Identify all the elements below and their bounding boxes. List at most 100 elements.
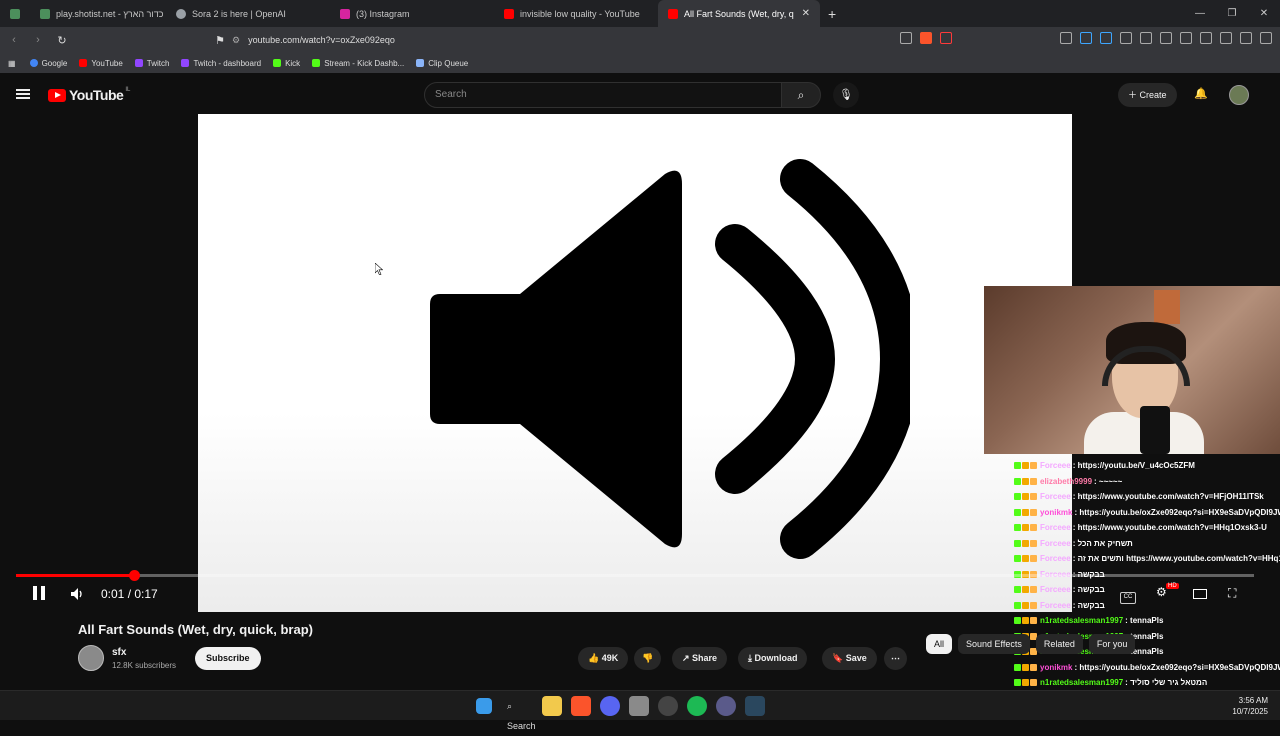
search-input[interactable]: Search xyxy=(424,82,782,108)
bookmark-kick-dashboard[interactable]: Stream - Kick Dashb... xyxy=(312,59,404,68)
pause-button[interactable] xyxy=(32,585,46,604)
voice-search-button[interactable]: 🎙 xyxy=(833,82,859,108)
like-button[interactable]: 👍 49K xyxy=(578,647,629,670)
microphone-icon: 🎙 xyxy=(839,89,853,101)
video-player[interactable] xyxy=(198,114,1072,612)
clip-queue-icon xyxy=(416,59,425,67)
progress-bar[interactable] xyxy=(16,570,1254,581)
save-button[interactable]: 🔖 Save xyxy=(822,647,877,670)
chat-text: : בבקשה xyxy=(1072,600,1105,610)
tab-menu[interactable] xyxy=(0,0,30,27)
settings-button[interactable]: ⚙ HD xyxy=(1156,583,1179,599)
tab-fart-sounds[interactable]: All Fart Sounds (Wet, dry, qui ✕ xyxy=(658,0,820,27)
menu-icon[interactable] xyxy=(1260,32,1272,44)
cast-icon[interactable] xyxy=(900,32,912,44)
channel-name[interactable]: sfx xyxy=(112,647,126,658)
bookmark-label: Kick xyxy=(285,58,301,68)
captions-button[interactable]: CC xyxy=(1120,587,1136,604)
tab-instagram[interactable]: (3) Instagram xyxy=(330,0,494,27)
tab-openai[interactable]: Sora 2 is here | OpenAI xyxy=(166,0,330,27)
new-tab-button[interactable]: + xyxy=(820,6,844,22)
bookmark-youtube[interactable]: YouTube xyxy=(79,59,123,68)
download-button[interactable]: ⤓ Download xyxy=(738,647,808,670)
youtube-logo[interactable]: YouTube IL xyxy=(48,87,130,103)
app-icon[interactable] xyxy=(716,696,736,716)
channel-avatar[interactable] xyxy=(78,645,104,671)
extension-icon[interactable] xyxy=(1140,32,1152,44)
media-icon[interactable] xyxy=(1160,32,1172,44)
badge-icon xyxy=(1014,601,1021,609)
badge-icon xyxy=(1014,493,1021,501)
tab-shotist[interactable]: play.shotist.net - כדור הארץ xyxy=(30,0,166,27)
chat-message: Forceee: https://www.youtube.com/watch?v… xyxy=(1014,520,1280,536)
wall-poster xyxy=(1154,290,1180,324)
bookmark-label: Clip Queue xyxy=(428,58,469,68)
scrubber-handle[interactable] xyxy=(129,570,141,581)
taskbar-search[interactable]: ⌕ Search xyxy=(501,696,536,731)
windows-start-icon[interactable] xyxy=(476,698,492,714)
close-tab-icon[interactable]: ✕ xyxy=(802,8,810,19)
spotify-icon[interactable] xyxy=(687,696,707,716)
chat-badges xyxy=(1014,477,1037,485)
sidebar-icon[interactable] xyxy=(1180,32,1192,44)
bookmark-icon[interactable]: ⚑ xyxy=(210,34,230,47)
minimize-icon[interactable]: — xyxy=(1184,0,1216,27)
chip-sound-effects[interactable]: Sound Effects xyxy=(958,634,1030,654)
forward-icon[interactable]: › xyxy=(28,34,48,46)
bookmark-label: Twitch xyxy=(146,58,170,68)
mute-button[interactable] xyxy=(70,587,84,604)
guide-menu-icon[interactable] xyxy=(16,89,30,99)
subscribe-button[interactable]: Subscribe xyxy=(195,647,261,670)
extensions-puzzle-icon[interactable] xyxy=(1120,32,1132,44)
file-explorer-icon[interactable] xyxy=(542,696,562,716)
chip-for-you[interactable]: For you xyxy=(1088,634,1136,654)
chip-all[interactable]: All xyxy=(926,634,953,654)
close-window-icon[interactable]: ✕ xyxy=(1248,0,1280,27)
address-field[interactable]: ⚙ youtube.com/watch?v=oxZxe092eqo xyxy=(232,30,952,50)
system-clock[interactable]: 3:56 AM 10/7/2025 xyxy=(1232,695,1268,717)
obs-icon[interactable] xyxy=(658,696,678,716)
more-actions-button[interactable]: ⋯ xyxy=(884,647,907,670)
bookmark-twitch-dashboard[interactable]: Twitch - dashboard xyxy=(181,59,261,68)
bookmark-google[interactable]: Google xyxy=(29,59,67,68)
extension-icon[interactable] xyxy=(1060,32,1072,44)
theater-icon xyxy=(1193,589,1207,599)
back-icon[interactable]: ‹ xyxy=(4,34,24,46)
account-avatar[interactable] xyxy=(1229,85,1249,105)
search-button[interactable]: ⌕ xyxy=(781,82,821,108)
share-button[interactable]: ↗ Share xyxy=(672,647,728,670)
steam-icon[interactable] xyxy=(745,696,765,716)
app-icon[interactable] xyxy=(629,696,649,716)
leo-icon[interactable] xyxy=(1220,32,1232,44)
taskbar-apps: ⌕ Search xyxy=(476,696,765,731)
wallet-icon[interactable] xyxy=(1200,32,1212,44)
tab-youtube-invisible[interactable]: invisible low quality - YouTube xyxy=(494,0,658,27)
chat-username: Forceee xyxy=(1040,600,1071,610)
badge-icon xyxy=(1030,493,1037,501)
restore-icon[interactable]: ❐ xyxy=(1216,0,1248,27)
apps-icon[interactable]: ▦ xyxy=(8,59,16,68)
chat-overlay: Forceee: https://youtu.be/V_u4cOc5ZFM eli… xyxy=(1014,458,1280,706)
chat-username: elizabeth9999 xyxy=(1040,476,1093,486)
bookmark-clip-queue[interactable]: Clip Queue xyxy=(416,59,468,68)
badge-icon xyxy=(1030,663,1037,671)
brave-rewards-icon[interactable] xyxy=(940,32,952,44)
chip-related[interactable]: Related xyxy=(1035,634,1083,654)
extension-icon[interactable] xyxy=(1080,32,1092,44)
create-button[interactable]: ＋ Create xyxy=(1118,83,1177,107)
discord-icon[interactable] xyxy=(600,696,620,716)
extension-icon[interactable] xyxy=(1100,32,1112,44)
reload-icon[interactable]: ↻ xyxy=(52,34,72,47)
theater-mode-button[interactable] xyxy=(1193,588,1207,602)
site-info-icon[interactable]: ⚙ xyxy=(232,35,240,46)
youtube-play-icon xyxy=(48,88,66,102)
brave-shield-icon[interactable] xyxy=(920,32,932,44)
bookmark-twitch[interactable]: Twitch xyxy=(134,58,170,68)
dislike-button[interactable]: 👎 xyxy=(634,647,662,670)
notifications-icon[interactable]: 🔔 xyxy=(1194,87,1208,100)
chat-badges xyxy=(1014,462,1037,470)
vpn-icon[interactable] xyxy=(1240,32,1252,44)
bookmark-kick[interactable]: Kick xyxy=(273,59,300,68)
fullscreen-button[interactable]: ⛶ xyxy=(1228,586,1236,601)
brave-browser-icon[interactable] xyxy=(571,696,591,716)
